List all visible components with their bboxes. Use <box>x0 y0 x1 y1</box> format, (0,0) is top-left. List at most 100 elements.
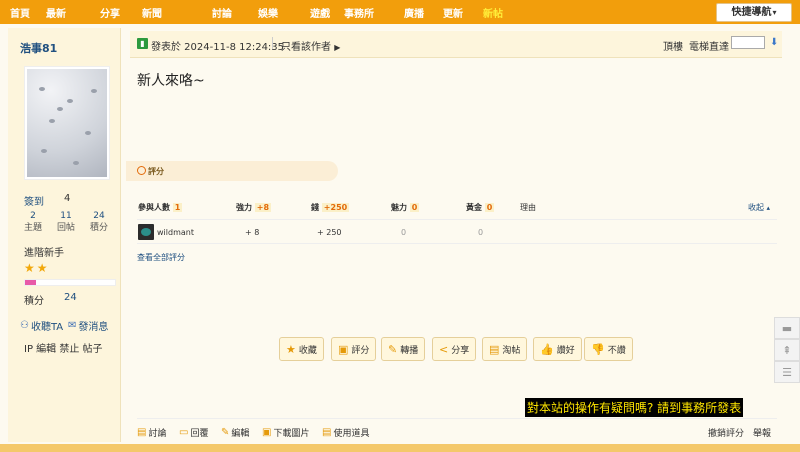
author-online-icon: ▮ <box>137 38 148 49</box>
collapse-label: 收起 <box>748 203 764 212</box>
nav-item-news[interactable]: 新聞 <box>142 5 162 20</box>
message-button[interactable]: ✉ 發消息 <box>68 318 108 333</box>
use-item-link[interactable]: ▤ 使用道具 <box>322 426 369 439</box>
only-author-link[interactable]: 只看該作者 ▶ <box>281 38 340 53</box>
divider <box>137 243 777 244</box>
jump-arrow-icon[interactable]: ⬇ <box>770 37 778 48</box>
list-view-icon[interactable]: ☰ <box>774 361 800 383</box>
replies-stat[interactable]: 11 回帖 <box>51 210 81 234</box>
nav-item-updates[interactable]: 更新 <box>443 5 463 20</box>
forward-icon: ✎ <box>388 342 398 356</box>
jump-floor-input[interactable] <box>731 36 765 49</box>
follow-label: 收聽TA <box>30 322 64 333</box>
points-stat[interactable]: 24 積分 <box>84 210 114 234</box>
signin-value: 4 <box>64 193 71 204</box>
caret-up-icon: ▴ <box>766 204 771 212</box>
revoke-rating-link[interactable]: 撤銷評分 <box>708 426 744 439</box>
credit-progress-bar <box>24 279 116 286</box>
caret-down-icon: ▾ <box>772 8 777 17</box>
divider <box>137 219 777 220</box>
favorite-button[interactable]: ★ 收藏 <box>279 337 324 361</box>
author-level[interactable]: 進階新手 <box>24 244 64 259</box>
rater-effort: + 8 <box>245 228 260 237</box>
credits-value[interactable]: 24 <box>64 292 77 303</box>
signin-label[interactable]: 簽到 <box>24 193 44 208</box>
quick-nav-label: 快捷導航 <box>731 7 772 18</box>
comment-float-icon[interactable]: ▬ <box>774 317 800 339</box>
rater-username[interactable]: wildmant <box>157 228 194 237</box>
nav-item-games[interactable]: 遊戲 <box>310 5 330 20</box>
charm-total: 0 <box>409 203 420 212</box>
dislike-label: 不讚 <box>607 345 626 356</box>
nav-item-discussion[interactable]: 討論 <box>212 5 232 20</box>
discuss-link[interactable]: ▤ 討論 <box>137 426 166 439</box>
admin-links[interactable]: IP 編輯 禁止 帖子 <box>24 340 103 355</box>
rating-reason-header: 理由 <box>520 203 536 212</box>
effort-total: +8 <box>254 203 272 212</box>
notice-caption: 對本站的操作有疑問嗎? 請到事務所發表 <box>525 398 744 417</box>
recommend-icon: ▤ <box>489 342 500 356</box>
top-floor-link[interactable]: 頂樓 <box>663 38 683 53</box>
author-avatar[interactable] <box>24 66 110 180</box>
share-button[interactable]: < 分享 <box>432 337 477 361</box>
post-timestamp: 發表於 2024-11-8 12:24:35 <box>151 42 285 53</box>
download-icon: ▣ <box>262 427 272 438</box>
nav-item-office[interactable]: 事務所 <box>344 5 374 20</box>
charm-label: 魅力 <box>391 203 407 212</box>
author-username[interactable]: 浩事81 <box>20 40 57 56</box>
back-to-top-icon[interactable]: ⇞ <box>774 339 800 361</box>
report-link[interactable]: 舉報 <box>753 426 771 439</box>
rating-gold-header: 黃金 0 <box>466 202 495 213</box>
message-icon: ✉ <box>68 320 77 331</box>
rating-collapse-link[interactable]: 收起 ▴ <box>748 202 770 213</box>
rating-tab-label: 評分 <box>148 167 164 176</box>
rater-gold: 0 <box>478 228 484 237</box>
item-icon: ▤ <box>322 427 332 438</box>
edit-label: 編輯 <box>231 429 250 439</box>
nav-item-entertainment[interactable]: 娛樂 <box>258 5 278 20</box>
dislike-button[interactable]: 👎 不讚 <box>584 337 633 361</box>
use-item-label: 使用道具 <box>333 429 370 439</box>
like-button[interactable]: 👍 讚好 <box>533 337 582 361</box>
footer-strip <box>0 444 800 452</box>
like-label: 讚好 <box>556 345 575 356</box>
post-content: 新人來咯~ <box>137 73 205 89</box>
points-label: 積分 <box>89 223 108 233</box>
credits-label: 積分 <box>24 296 44 307</box>
discuss-icon: ▤ <box>137 427 147 438</box>
topics-label: 主題 <box>23 223 42 233</box>
nav-item-new-posts[interactable]: 新帖 <box>483 5 503 20</box>
rate-label: 評分 <box>351 345 370 356</box>
thumbs-down-icon: 👎 <box>591 342 605 356</box>
rater-avatar[interactable] <box>138 224 154 240</box>
rater-charm: 0 <box>401 228 407 237</box>
forward-button[interactable]: ✎ 轉播 <box>381 337 426 361</box>
quick-nav-button[interactable]: 快捷導航▾ <box>716 3 792 22</box>
follow-button[interactable]: ⚇ 收聽TA <box>20 318 63 333</box>
reply-link[interactable]: ▭ 回覆 <box>179 426 208 439</box>
credit-progress-fill <box>25 280 36 285</box>
edit-icon: ✎ <box>221 427 230 438</box>
topics-stat[interactable]: 2 主題 <box>18 210 48 234</box>
nav-item-broadcast[interactable]: 廣播 <box>404 5 424 20</box>
nav-item-latest[interactable]: 最新 <box>46 5 66 20</box>
thumbs-up-icon: 👍 <box>540 342 554 356</box>
avatar-image <box>27 69 107 177</box>
edit-link[interactable]: ✎ 編輯 <box>221 426 249 439</box>
nav-item-share[interactable]: 分享 <box>100 5 120 20</box>
rate-button[interactable]: ▣ 評分 <box>331 337 377 361</box>
recommend-button[interactable]: ▤ 淘帖 <box>482 337 528 361</box>
rate-icon: ▣ <box>338 342 349 356</box>
nav-item-home[interactable]: 首頁 <box>10 5 30 20</box>
download-images-link[interactable]: ▣ 下載圖片 <box>262 426 309 439</box>
top-navigation-bar: 首頁 最新 分享 新聞 討論 娛樂 遊戲 事務所 廣播 更新 新帖 快捷導航▾ <box>0 0 800 24</box>
divider <box>272 37 273 49</box>
effort-label: 強力 <box>236 203 252 212</box>
rater-money: + 250 <box>317 228 342 237</box>
topics-value: 2 <box>30 211 36 221</box>
rating-money-header: 錢 +250 <box>311 202 350 213</box>
gold-label: 黃金 <box>466 203 482 212</box>
rating-circle-icon <box>137 166 146 175</box>
view-all-ratings-link[interactable]: 查看全部評分 <box>137 252 185 263</box>
reply-label: 回覆 <box>190 429 209 439</box>
